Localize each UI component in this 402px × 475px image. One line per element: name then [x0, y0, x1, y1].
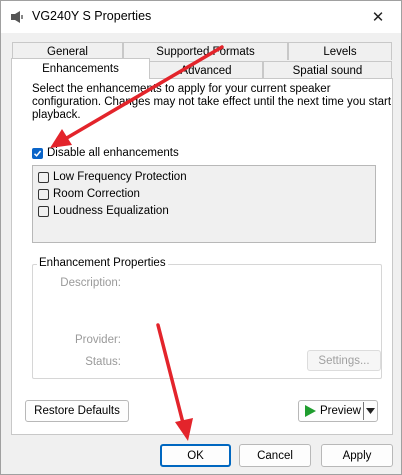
apply-button[interactable]: Apply	[321, 444, 393, 467]
checkbox-icon	[38, 205, 49, 217]
tab-label: General	[47, 46, 88, 58]
enhancement-properties-group: Enhancement Properties Description: Prov…	[32, 257, 382, 379]
tab-levels[interactable]: Levels	[288, 42, 392, 60]
checkbox-icon	[38, 171, 49, 183]
room-correction-checkbox[interactable]: Room Correction	[38, 188, 140, 200]
group-legend: Enhancement Properties	[37, 257, 168, 269]
tab-advanced[interactable]: Advanced	[149, 61, 263, 79]
loudness-equalization-checkbox[interactable]: Loudness Equalization	[38, 205, 169, 217]
tab-enhancements[interactable]: Enhancements	[11, 58, 150, 79]
provider-label: Provider:	[74, 334, 121, 346]
disable-all-label: Disable all enhancements	[47, 147, 179, 159]
list-item-label: Low Frequency Protection	[53, 171, 187, 183]
play-icon	[305, 405, 316, 417]
tab-label: Enhancements	[42, 63, 119, 75]
tab-label: Advanced	[180, 65, 232, 77]
close-button[interactable]: ✕	[355, 1, 401, 33]
button-label: OK	[187, 449, 204, 462]
list-item-label: Loudness Equalization	[53, 205, 169, 217]
title-bar: VG240Y S Properties ✕	[1, 1, 401, 33]
cancel-button[interactable]: Cancel	[239, 444, 311, 467]
restore-defaults-button[interactable]: Restore Defaults	[25, 400, 129, 422]
button-label: Restore Defaults	[34, 405, 120, 417]
enhancements-list: Low Frequency Protection Room Correction…	[32, 165, 376, 243]
checkbox-icon	[38, 188, 49, 200]
tab-label: Spatial sound	[292, 65, 363, 77]
chevron-down-icon[interactable]	[366, 408, 375, 414]
close-icon: ✕	[371, 9, 385, 26]
description-label: Description:	[60, 277, 121, 289]
tab-label: Levels	[323, 46, 357, 58]
tab-spatial-sound[interactable]: Spatial sound	[263, 61, 392, 79]
low-frequency-protection-checkbox[interactable]: Low Frequency Protection	[38, 171, 187, 183]
enhancements-description: Select the enhancements to apply for you…	[32, 83, 392, 121]
checkbox-checked-icon	[32, 147, 43, 159]
window-title: VG240Y S Properties	[32, 9, 152, 23]
ok-button[interactable]: OK	[160, 444, 231, 467]
properties-dialog: VG240Y S Properties ✕ General Supported …	[0, 0, 402, 475]
button-label: Settings...	[318, 354, 370, 367]
button-label: Cancel	[257, 449, 293, 462]
preview-button[interactable]: Preview	[298, 400, 378, 422]
settings-button[interactable]: Settings...	[307, 350, 381, 371]
button-label: Preview	[320, 405, 361, 417]
button-label: Apply	[342, 449, 372, 462]
speaker-icon	[11, 11, 23, 23]
tab-label: Supported Formats	[156, 46, 255, 58]
list-item-label: Room Correction	[53, 188, 140, 200]
split-divider	[363, 402, 364, 420]
disable-all-enhancements-checkbox[interactable]: Disable all enhancements	[32, 147, 179, 159]
enhancements-panel: Select the enhancements to apply for you…	[11, 78, 393, 435]
status-label: Status:	[85, 356, 121, 368]
